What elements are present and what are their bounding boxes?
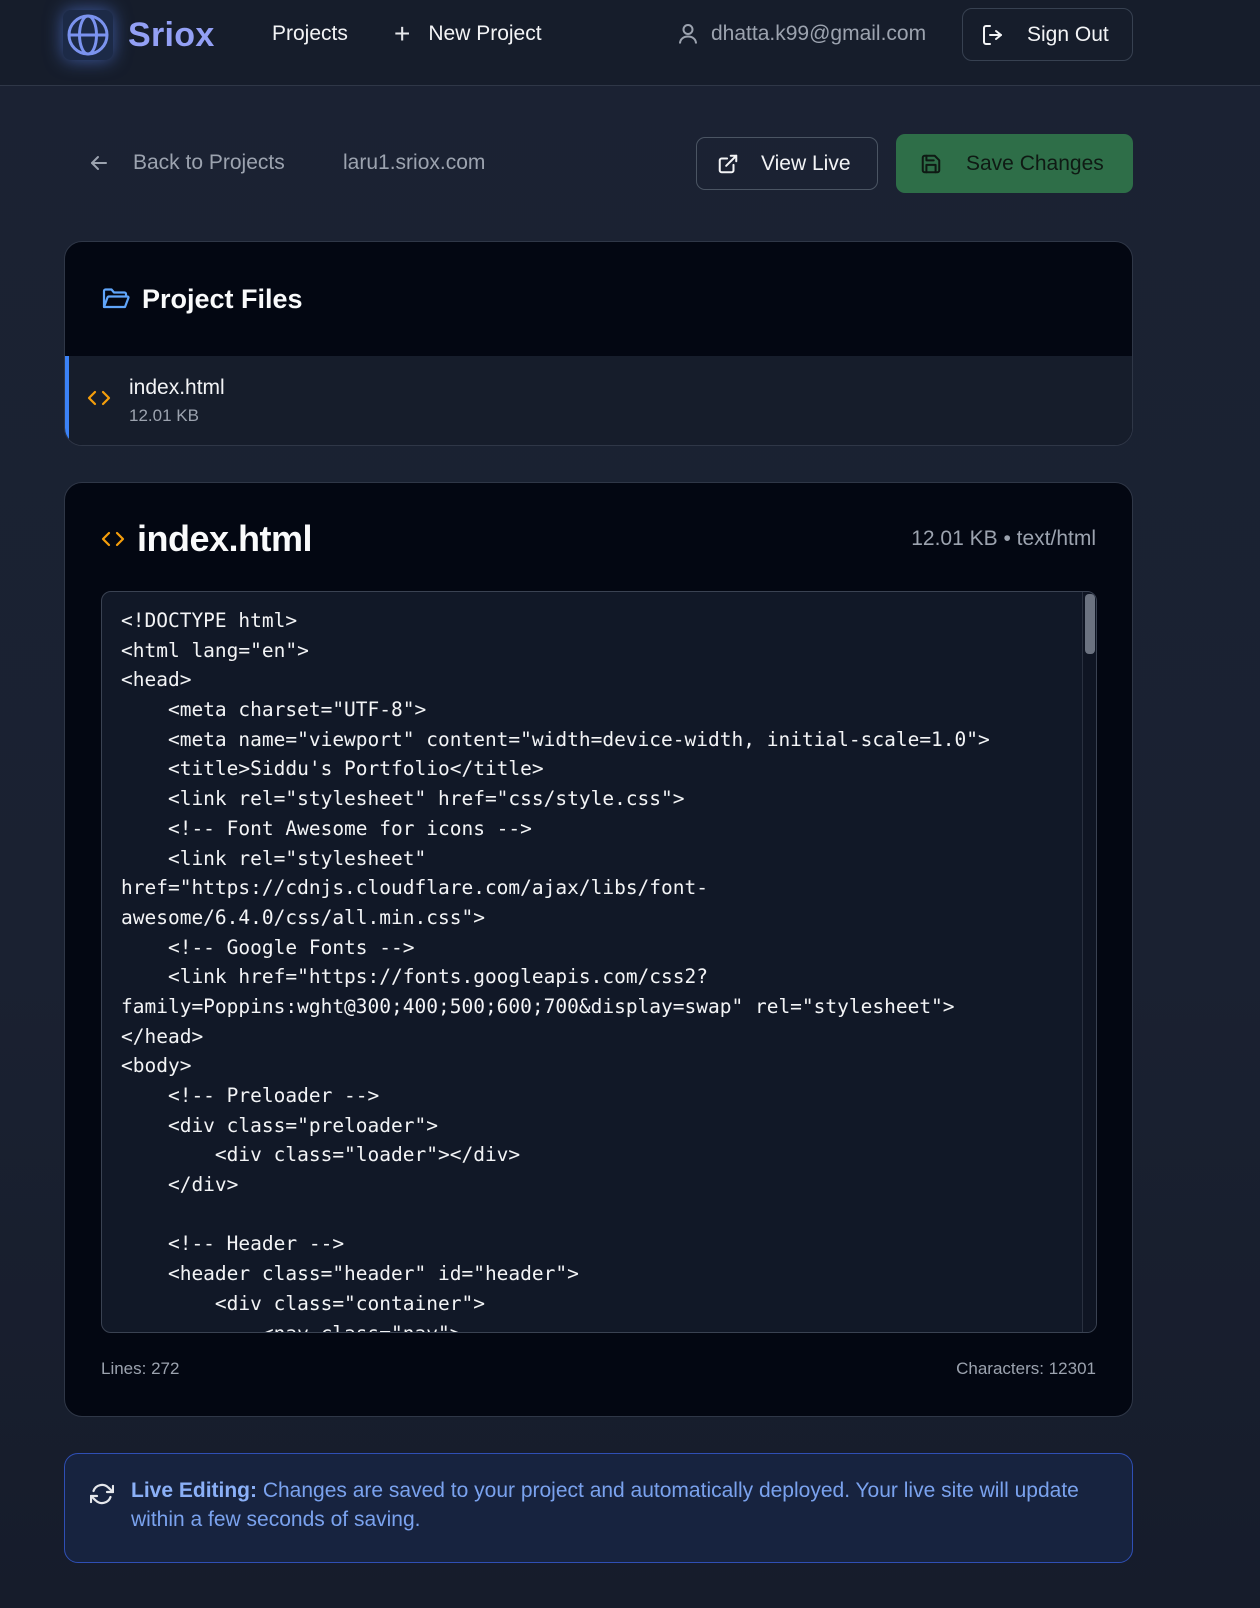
code-icon (101, 531, 125, 547)
brand-name: Sriox (128, 15, 215, 54)
code-line: <!-- Font Awesome for icons --> (121, 816, 532, 840)
code-line: <!-- Google Fonts --> (121, 935, 415, 959)
code-line: <nav class="nav"> (121, 1321, 462, 1333)
scrollbar-thumb[interactable] (1085, 594, 1095, 654)
project-files-panel: Project Files index.html 12.01 KB (64, 241, 1133, 446)
save-changes-label: Save Changes (966, 151, 1104, 175)
code-line: <html lang="en"> (121, 638, 309, 662)
code-line: <!-- Header --> (121, 1232, 345, 1256)
sign-out-button[interactable]: Sign Out (962, 8, 1133, 61)
project-domain: laru1.sriox.com (343, 151, 486, 174)
brand-logo[interactable]: Sriox (63, 10, 215, 60)
code-line: awesome/6.4.0/css/all.min.css"> (121, 905, 485, 929)
code-line: <title>Siddu's Portfolio</title> (121, 757, 544, 781)
live-editing-message: Changes are saved to your project and au… (131, 1479, 1079, 1531)
file-meta: 12.01 KB • text/html (911, 527, 1096, 550)
save-changes-button[interactable]: Save Changes (896, 134, 1133, 193)
live-editing-title: Live Editing: (131, 1479, 257, 1502)
code-line: <header class="header" id="header"> (121, 1262, 579, 1286)
code-icon (87, 390, 111, 406)
globe-icon (63, 10, 113, 60)
top-navbar: Sriox Projects + New Project dhatta.k99@… (0, 0, 1260, 86)
arrow-left-icon (91, 156, 107, 170)
folder-open-icon (102, 288, 130, 309)
code-line: <meta name="viewport" content="width=dev… (121, 727, 990, 751)
code-content[interactable]: <!DOCTYPE html> <html lang="en"> <head> <m… (121, 606, 1066, 1333)
file-name: index.html (129, 376, 225, 399)
back-to-projects-link[interactable]: Back to Projects (89, 149, 285, 177)
code-line: <head> (121, 668, 192, 692)
refresh-icon (90, 1483, 114, 1505)
project-files-header: Project Files (65, 242, 1132, 356)
code-line: <link href="https://fonts.googleapis.com… (121, 965, 708, 989)
view-live-label: View Live (761, 151, 851, 175)
code-line: <!-- Preloader --> (121, 1084, 380, 1107)
code-line: <div class="container"> (121, 1291, 485, 1315)
editor-title: index.html (101, 517, 313, 561)
nav-projects-link[interactable]: Projects (272, 20, 348, 48)
code-line: </head> (121, 1024, 204, 1048)
editor-filename: index.html (137, 518, 313, 559)
code-line: <body> (121, 1054, 192, 1078)
code-line: href="https://cdnjs.cloudflare.com/ajax/… (121, 876, 708, 900)
live-editing-text: Live Editing: Changes are saved to your … (131, 1476, 1091, 1534)
nav-new-project-link[interactable]: + New Project (394, 20, 542, 48)
view-live-button[interactable]: View Live (696, 137, 878, 190)
file-list-item[interactable]: index.html 12.01 KB (65, 356, 1132, 445)
external-link-icon (718, 154, 738, 173)
plus-icon: + (394, 18, 411, 49)
user-icon (679, 24, 697, 44)
live-editing-notice: Live Editing: Changes are saved to your … (64, 1453, 1133, 1563)
code-line: <link rel="stylesheet" href="css/style.c… (121, 787, 685, 811)
project-files-title: Project Files (142, 283, 303, 314)
code-line: <div class="loader"></div> (121, 1143, 521, 1167)
code-editor-panel: index.html 12.01 KB • text/html <!DOCTYP… (64, 482, 1133, 1417)
code-line: </div> (121, 1173, 239, 1197)
character-count: Characters: 12301 (956, 1359, 1096, 1378)
line-count: Lines: 272 (101, 1359, 180, 1378)
code-line: <meta charset="UTF-8"> (121, 698, 427, 722)
code-line: <!DOCTYPE html> (121, 609, 298, 632)
code-line: <div class="preloader"> (121, 1113, 438, 1137)
file-size: 12.01 KB (129, 406, 199, 425)
logout-icon (983, 24, 1002, 45)
sign-out-label: Sign Out (1027, 22, 1109, 46)
user-info: dhatta.k99@gmail.com (678, 20, 926, 48)
code-line: family=Poppins:wght@300;400;500;600;700&… (121, 994, 955, 1018)
save-icon (921, 154, 941, 173)
user-email: dhatta.k99@gmail.com (711, 22, 927, 45)
code-line: <link rel="stylesheet" (121, 846, 427, 870)
editor-scrollbar[interactable] (1082, 592, 1096, 1332)
nav-new-project-label: New Project (428, 22, 542, 45)
code-textarea[interactable]: <!DOCTYPE html> <html lang="en"> <head> <m… (101, 591, 1097, 1333)
back-label: Back to Projects (133, 151, 285, 174)
